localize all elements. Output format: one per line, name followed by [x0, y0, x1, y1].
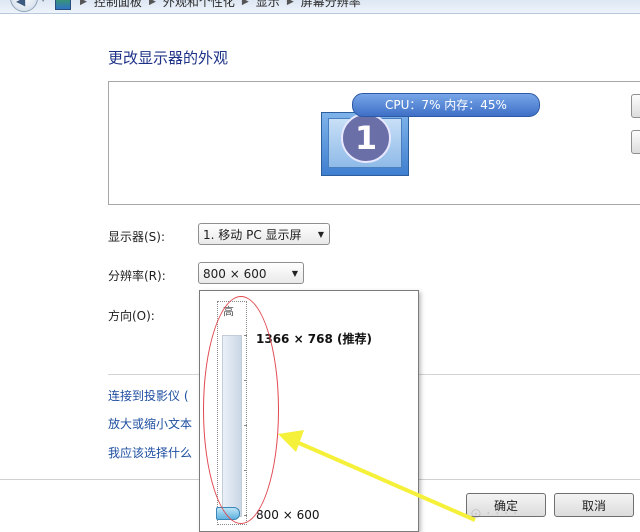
- watermark: ⊙ · · · ·: [470, 506, 518, 522]
- back-arrow-icon: ◀: [16, 0, 26, 8]
- control-panel-icon: [55, 0, 71, 10]
- breadcrumb-separator-icon: ▶: [80, 0, 87, 7]
- resolution-label: 分辨率(R):: [108, 269, 166, 283]
- breadcrumb-item-control-panel[interactable]: 控制面板: [94, 0, 142, 10]
- display-label: 显示器(S):: [108, 230, 166, 244]
- text-size-link[interactable]: 放大或缩小文本: [108, 415, 192, 432]
- chevron-down-icon: ▼: [291, 269, 298, 278]
- resolution-select-value: 800 × 600: [203, 267, 267, 281]
- detect-button[interactable]: [631, 94, 640, 118]
- breadcrumb-separator-icon: ▶: [241, 0, 249, 7]
- breadcrumb-separator-icon: ▶: [148, 0, 156, 7]
- monitor-1-icon[interactable]: 1: [321, 112, 409, 176]
- display-help-link[interactable]: 我应该选择什么: [108, 444, 192, 461]
- resolution-select[interactable]: 800 × 600 ▼: [198, 262, 304, 284]
- history-dropdown-icon[interactable]: ▼: [40, 0, 48, 10]
- red-annotation-oval: [203, 296, 279, 524]
- back-button[interactable]: ◀: [10, 0, 38, 12]
- breadcrumb-separator-icon: ▶: [286, 0, 294, 7]
- identify-button[interactable]: [631, 130, 640, 154]
- breadcrumb-item-display[interactable]: 显示: [256, 0, 280, 10]
- yellow-annotation-arrow: [278, 430, 476, 522]
- page-title: 更改显示器的外观: [108, 49, 229, 67]
- projector-link[interactable]: 连接到投影仪 (: [108, 387, 189, 404]
- display-select[interactable]: 1. 移动 PC 显示屏 ▼: [198, 223, 330, 245]
- breadcrumb-item-appearance[interactable]: 外观和个性化: [163, 0, 235, 10]
- cpu-memory-overlay: CPU：7% 内存：45%: [352, 93, 540, 117]
- resolution-option-recommended[interactable]: 1366 × 768 (推荐): [256, 330, 372, 347]
- display-select-value: 1. 移动 PC 显示屏: [203, 228, 302, 242]
- address-bar: ◀ ▼ ▶ 控制面板 ▶ 外观和个性化 ▶ 显示 ▶ 屏幕分辨率: [0, 0, 640, 14]
- breadcrumb: ▶ 控制面板 ▶ 外观和个性化 ▶ 显示 ▶ 屏幕分辨率: [80, 0, 361, 10]
- orientation-label: 方向(O):: [108, 309, 155, 323]
- breadcrumb-item-resolution[interactable]: 屏幕分辨率: [301, 0, 361, 10]
- monitor-number-badge: 1: [341, 113, 391, 163]
- chevron-down-icon: ▼: [317, 230, 324, 239]
